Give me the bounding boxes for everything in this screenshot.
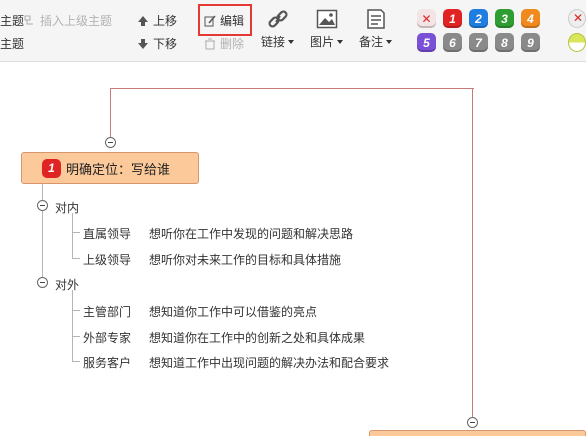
item-desc: 想知道工作中出现问题的解决办法和配合要求	[149, 356, 390, 370]
link-label: 链接	[261, 35, 286, 49]
edit-highlight-box	[198, 4, 252, 36]
priority-3-icon[interactable]: 3	[495, 9, 514, 28]
group-node-external[interactable]: 对外	[55, 276, 79, 293]
insert-topic-button[interactable]: 主题	[0, 12, 24, 29]
list-item[interactable]: 外部专家 想知道你在工作中的创新之处和具体成果	[83, 329, 365, 346]
main-topic-label: 明确定位：写给谁	[66, 161, 171, 177]
insert-parent-topic-button[interactable]: 插入上级主题	[24, 12, 112, 29]
insert-subtopic-label: 主题	[0, 37, 25, 51]
list-item[interactable]: 上级领导 想听你对未来工作的目标和具体措施	[83, 251, 341, 268]
collapse-toggle-main[interactable]	[105, 137, 116, 148]
priority-6-icon[interactable]: 6	[443, 33, 462, 52]
link-icon	[267, 10, 288, 28]
move-down-button[interactable]: 下移	[137, 35, 177, 52]
delete-label: 删除	[220, 37, 245, 51]
insert-parent-label: 插入上级主题	[40, 14, 113, 28]
priority-8-icon[interactable]: 8	[495, 33, 514, 52]
priority-5-icon[interactable]: 5	[417, 33, 436, 52]
link-button[interactable]: 链接	[261, 8, 295, 50]
image-icon	[316, 9, 337, 29]
list-item[interactable]: 主管部门 想知道你工作中可以借鉴的亮点	[83, 303, 317, 320]
group2-connector	[72, 290, 73, 362]
move-down-label: 下移	[153, 37, 178, 51]
list-item[interactable]: 服务客户 想知道工作中出现问题的解决办法和配合要求	[83, 354, 389, 371]
group-node-internal[interactable]: 对内	[55, 199, 79, 216]
note-button[interactable]: 备注	[359, 8, 393, 50]
item-connector	[72, 310, 80, 311]
item-role: 上级领导	[83, 253, 132, 267]
priority-1-icon[interactable]: 1	[443, 9, 462, 28]
insert-subtopic-button[interactable]: 主题	[0, 35, 24, 52]
branch-connector-top	[110, 88, 474, 89]
progress-half-icon[interactable]	[568, 33, 586, 52]
item-desc: 想听你对未来工作的目标和具体措施	[149, 253, 342, 267]
move-up-button[interactable]: 上移	[137, 12, 177, 29]
branch-connector-left	[110, 88, 111, 138]
insert-parent-icon	[24, 15, 33, 24]
item-role: 服务客户	[83, 356, 132, 370]
priority-7-icon[interactable]: 7	[469, 33, 488, 52]
item-desc: 想知道你工作中可以借鉴的亮点	[149, 305, 318, 319]
link-dropdown-icon	[288, 39, 295, 44]
item-connector	[72, 361, 80, 362]
note-label: 备注	[359, 35, 384, 49]
item-connector	[72, 336, 80, 337]
item-role: 直属领导	[83, 227, 132, 241]
item-desc: 想听你在工作中发现的问题和解决思路	[149, 227, 354, 241]
list-item[interactable]: 直属领导 想听你在工作中发现的问题和解决思路	[83, 225, 353, 242]
item-connector	[72, 232, 80, 233]
subtree-connector	[42, 184, 43, 284]
collapse-toggle-group1[interactable]	[37, 200, 48, 211]
arrow-down-icon	[138, 38, 148, 49]
image-dropdown-icon	[337, 39, 344, 44]
mindmap-canvas[interactable]	[0, 62, 586, 436]
group1-connector	[72, 213, 73, 259]
collapse-toggle-right[interactable]	[467, 417, 478, 428]
main-topic[interactable]: 1 明确定位：写给谁	[21, 152, 199, 184]
priority-2-icon[interactable]: 2	[469, 9, 488, 28]
move-up-label: 上移	[153, 14, 178, 28]
arrow-up-icon	[138, 15, 148, 26]
branch-connector-right	[472, 88, 473, 418]
image-label: 图片	[310, 35, 335, 49]
priority-1-icon: 1	[42, 158, 61, 178]
priority-4-icon[interactable]: 4	[521, 9, 540, 28]
item-role: 主管部门	[83, 305, 132, 319]
priority-9-icon[interactable]: 9	[521, 33, 540, 52]
image-button[interactable]: 图片	[310, 8, 344, 50]
insert-topic-label: 主题	[0, 14, 25, 28]
note-dropdown-icon	[386, 39, 393, 44]
remove-progress-icon[interactable]: ✕	[568, 9, 586, 28]
note-icon	[366, 9, 385, 29]
topic-node-partial[interactable]	[369, 430, 586, 436]
toolbar: 主题 主题 插入上级主题 上移 下移 编辑 删除 链接 图片 备注 ✕ 1 2 …	[0, 0, 586, 62]
item-connector	[72, 258, 80, 259]
remove-priority-icon[interactable]: ✕	[417, 9, 436, 28]
delete-button[interactable]: 删除	[204, 35, 244, 52]
trash-icon	[205, 38, 215, 49]
collapse-toggle-group2[interactable]	[37, 277, 48, 288]
item-role: 外部专家	[83, 331, 132, 345]
item-desc: 想知道你在工作中的创新之处和具体成果	[149, 331, 366, 345]
